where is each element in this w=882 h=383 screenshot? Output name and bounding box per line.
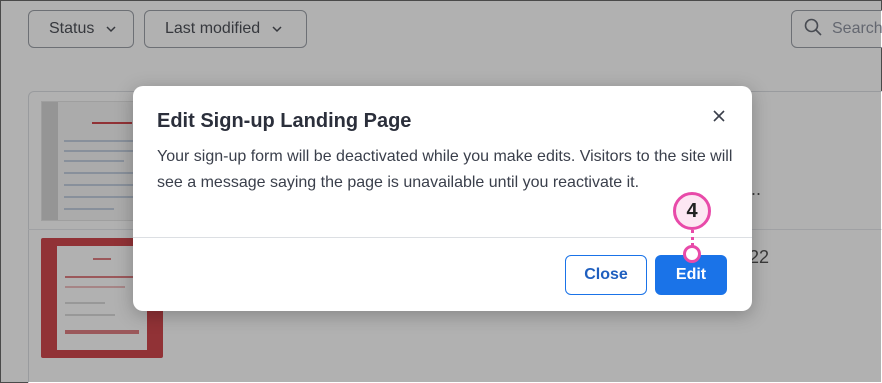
close-button[interactable]: Close (565, 255, 647, 295)
step-callout-badge: 4 (673, 192, 711, 230)
dialog-message: Your sign-up form will be deactivated wh… (157, 148, 733, 191)
dialog-divider (133, 237, 752, 238)
callout-connector (691, 230, 694, 246)
close-icon[interactable] (711, 108, 727, 124)
callout-pointer (683, 245, 701, 263)
edit-landing-page-dialog: Edit Sign-up Landing Page Your sign-up f… (133, 86, 752, 311)
dialog-title: Edit Sign-up Landing Page (157, 110, 412, 132)
